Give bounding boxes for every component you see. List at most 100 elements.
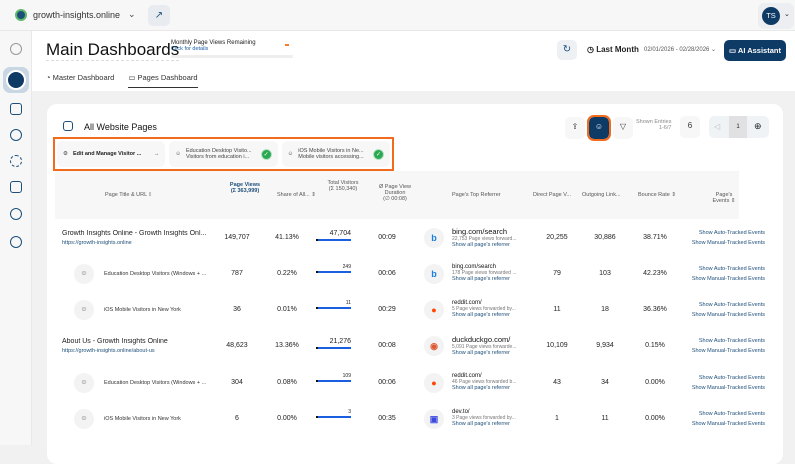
segment-description: Mobile visitors accessing...: [298, 154, 364, 160]
show-all-referrer-link[interactable]: Show all page's referrer: [452, 385, 532, 391]
show-auto-events-link[interactable]: Show Auto-Tracked Events: [692, 228, 765, 238]
collapse-icon[interactable]: [10, 43, 22, 55]
col-label: Page's Events: [712, 192, 733, 204]
dashboard-icon[interactable]: [3, 67, 29, 93]
page-views-cell: 304: [231, 379, 243, 386]
show-manual-events-link[interactable]: Show Manual-Tracked Events: [692, 310, 765, 320]
show-all-referrer-link[interactable]: Show all page's referrer: [452, 242, 532, 248]
events-cell: Show Auto-Tracked Events Show Manual-Trac…: [692, 264, 765, 284]
outgoing-links-cell: 18: [601, 306, 609, 313]
direct-views-cell: 20,255: [546, 234, 568, 241]
referrer-cell: duckduckgo.com/5,091 Page views forwarde…: [452, 335, 532, 356]
gear-icon: ⚙: [63, 151, 68, 157]
events-cell: Show Auto-Tracked Events Show Manual-Trac…: [692, 228, 765, 248]
refresh-button[interactable]: ↻: [557, 40, 577, 60]
chat-icon: ▭: [729, 46, 738, 55]
col-share[interactable]: Share of All... ⇕: [277, 192, 316, 198]
segment-description: Visitors from education i...: [185, 154, 250, 160]
edit-segments-button[interactable]: ⚙ Edit and Manage Visitor ... →: [57, 141, 166, 167]
outgoing-links-cell: 9,934: [596, 342, 614, 349]
bag-icon[interactable]: [10, 103, 22, 115]
ai-assistant-button[interactable]: ▭ AI Assistant: [724, 40, 786, 61]
shield-check-icon[interactable]: [10, 208, 22, 220]
show-manual-events-link[interactable]: Show Manual-Tracked Events: [692, 346, 765, 356]
period-label: Last Month: [596, 45, 639, 54]
table-row: About Us - Growth Insights Online https:/…: [47, 328, 783, 364]
pages-icon: ▭: [128, 73, 138, 82]
user-menu[interactable]: TS ⌄: [758, 3, 794, 29]
show-all-referrer-link[interactable]: Show all page's referrer: [452, 312, 532, 318]
site-selector[interactable]: growth-insights.online: [15, 9, 120, 21]
duration-cell: 00:08: [378, 342, 396, 349]
show-auto-events-link[interactable]: Show Auto-Tracked Events: [692, 264, 765, 274]
quota-indicator: [285, 44, 289, 46]
date-range: 02/01/2026 - 02/28/2026: [644, 47, 710, 53]
chat-icon[interactable]: [10, 181, 22, 193]
share-cell: 0.22%: [277, 270, 297, 277]
show-manual-events-link[interactable]: Show Manual-Tracked Events: [692, 383, 765, 393]
next-page-icon[interactable]: ⊕: [754, 121, 762, 132]
col-duration[interactable]: Ø Page View Duration (∅ 00:08): [371, 184, 419, 202]
page-views-cell: 6: [235, 415, 239, 422]
col-avg: (∅ 00:08): [383, 196, 407, 202]
tab-master-dashboard[interactable]: ◔ Master Dashboard: [46, 73, 114, 88]
col-title[interactable]: Page Title & URL ⁞⁞: [105, 192, 152, 198]
per-page-select[interactable]: 6: [680, 116, 700, 138]
prev-page-icon[interactable]: ◁: [714, 122, 720, 131]
tab-pages-dashboard[interactable]: ▭ Pages Dashboard: [128, 73, 198, 88]
reddit-icon: ●: [424, 373, 444, 393]
col-bounce[interactable]: Bounce Rate ⇕: [638, 192, 676, 198]
chevron-down-icon[interactable]: ⌄: [128, 9, 136, 20]
visitors-cell: 109: [342, 373, 351, 379]
export-button[interactable]: ⇪: [565, 117, 585, 139]
show-manual-events-link[interactable]: Show Manual-Tracked Events: [692, 238, 765, 248]
show-all-referrer-link[interactable]: Show all page's referrer: [452, 350, 532, 356]
col-direct[interactable]: Direct Page V...: [533, 192, 571, 198]
show-auto-events-link[interactable]: Show Auto-Tracked Events: [692, 336, 765, 346]
quota-details-link[interactable]: Click for details: [171, 46, 293, 52]
quota-widget[interactable]: Monthly Page Views Remaining Click for d…: [171, 40, 293, 58]
visitors-cell: 3: [348, 409, 351, 415]
page-views-cell: 36: [233, 306, 241, 313]
date-range-dropdown[interactable]: 02/01/2026 - 02/28/2026 ⌄: [644, 46, 716, 53]
page-number[interactable]: 1: [729, 116, 747, 138]
show-manual-events-link[interactable]: Show Manual-Tracked Events: [692, 274, 765, 284]
check-icon[interactable]: ✓: [372, 149, 384, 160]
referrer-cell: bing.com/search 178 Page views forwarded …: [452, 264, 532, 282]
show-auto-events-link[interactable]: Show Auto-Tracked Events: [692, 409, 765, 419]
col-outgoing[interactable]: Outgoing Link...: [582, 192, 621, 198]
target-icon[interactable]: [10, 155, 22, 167]
page-url-link[interactable]: https://growth-insights.online: [62, 240, 132, 246]
settings-icon[interactable]: [10, 236, 22, 248]
segments-toggle-button[interactable]: ☺: [587, 115, 611, 141]
show-all-referrer-link[interactable]: Show all page's referrer: [452, 421, 532, 427]
referrer-name: duckduckgo.com/: [452, 335, 511, 344]
page-views-cell: 149,707: [224, 234, 250, 241]
segment-name: iOS Mobile Visitors in New York: [104, 307, 181, 313]
chart-icon[interactable]: [10, 129, 22, 141]
period-selector[interactable]: ◷ Last Month: [587, 45, 639, 54]
share-cell: 41.13%: [275, 234, 299, 241]
visitors-cell: 11: [345, 300, 351, 306]
external-link-icon[interactable]: ↗: [148, 5, 170, 26]
col-visitors[interactable]: Total Visitors (Σ 150,340): [323, 180, 363, 192]
filter-button[interactable]: ▽: [613, 117, 633, 139]
page-url-link[interactable]: https://growth-insights.online/about-us: [62, 348, 155, 354]
outgoing-links-cell: 103: [599, 270, 611, 277]
col-events[interactable]: Page's Events ⇕: [709, 192, 739, 204]
show-auto-events-link[interactable]: Show Auto-Tracked Events: [692, 300, 765, 310]
segment-education[interactable]: ☺ Education Desktop Visito... Visitors fro…: [169, 141, 278, 167]
check-icon[interactable]: ✓: [260, 149, 272, 160]
duration-cell: 00:35: [378, 415, 396, 422]
show-all-referrer-link[interactable]: Show all page's referrer: [452, 276, 532, 282]
segment-row: ☺ iOS Mobile Visitors in New York 36 0.01% 1…: [47, 292, 783, 328]
site-logo-icon: [15, 9, 27, 21]
page-title: Main Dashboards: [46, 40, 180, 61]
visitors-cell: 21,276: [329, 338, 351, 345]
col-label: Ø Page View Duration: [378, 184, 411, 196]
show-manual-events-link[interactable]: Show Manual-Tracked Events: [692, 419, 765, 429]
clock-icon: ◷: [587, 45, 597, 54]
col-page-views[interactable]: Page Views (Σ 363,999): [225, 182, 265, 194]
show-auto-events-link[interactable]: Show Auto-Tracked Events: [692, 373, 765, 383]
segment-ios[interactable]: ☺ iOS Mobile Visitors in Ne... Mobile visi…: [281, 141, 390, 167]
